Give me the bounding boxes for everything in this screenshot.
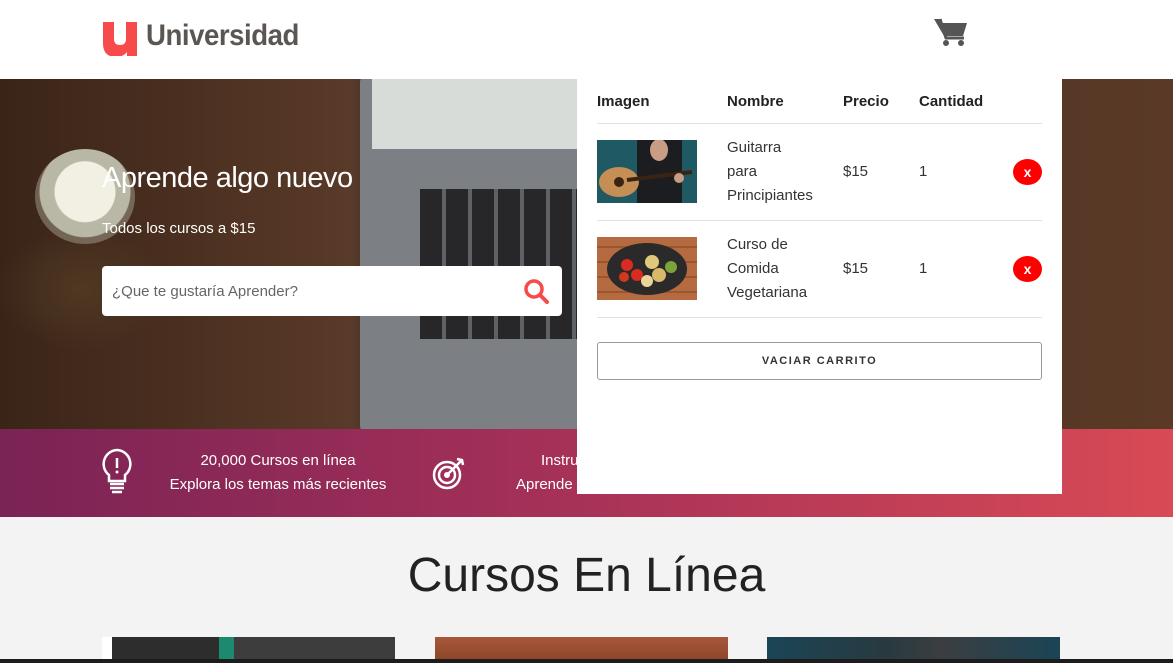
column-header-remove xyxy=(1009,79,1042,124)
lightbulb-icon xyxy=(102,448,132,494)
cart-item-quantity: 1 xyxy=(919,220,1009,318)
cart-table-header: Imagen Nombre Precio Cantidad xyxy=(597,79,1042,124)
site-header: Universidad xyxy=(0,0,1173,79)
cart-dropdown: Imagen Nombre Precio Cantidad Guitarra p… xyxy=(577,79,1062,494)
search-box xyxy=(102,266,562,316)
section-title: Cursos En Línea xyxy=(407,549,766,602)
bottom-border xyxy=(0,659,1173,663)
column-header-price: Precio xyxy=(843,79,919,124)
feature-instructors-line2: Aprende xyxy=(516,476,573,493)
shopping-cart-icon[interactable] xyxy=(933,16,969,48)
cart-item-name-line: Comida xyxy=(727,259,779,277)
hero-subtitle: Todos los cursos a $15 xyxy=(102,220,256,237)
cart-item-price: $15 xyxy=(843,123,919,221)
brand-logo[interactable]: Universidad xyxy=(101,16,312,56)
search-icon[interactable] xyxy=(523,278,549,304)
cart-item-name-line: Vegetariana xyxy=(727,283,808,301)
empty-cart-button[interactable]: VACIAR CARRITO xyxy=(597,342,1042,380)
feature-instructors-line1: Instru xyxy=(541,452,579,469)
brand-name: Universidad xyxy=(146,19,299,52)
cart-item-name-line: Principiantes xyxy=(727,186,813,204)
feature-courses: 20,000 Cursos en línea Explora los temas… xyxy=(160,449,396,497)
cart-row: Curso de Comida Vegetariana $15 1 x xyxy=(597,220,1042,318)
feature-courses-line2: Explora los temas más recientes xyxy=(169,476,387,493)
cart-item-name-line: Curso de xyxy=(727,235,788,253)
search-input[interactable] xyxy=(112,266,512,316)
cart-table: Imagen Nombre Precio Cantidad Guitarra p… xyxy=(597,79,1042,318)
remove-item-button[interactable]: x xyxy=(1013,255,1042,282)
guitar-thumbnail xyxy=(597,140,697,203)
universidad-logo-icon xyxy=(103,22,137,56)
cart-item-quantity: 1 xyxy=(919,123,1009,221)
cart-item-price: $15 xyxy=(843,220,919,318)
feature-courses-line1: 20,000 Cursos en línea xyxy=(200,452,356,469)
remove-item-button[interactable]: x xyxy=(1013,158,1042,185)
column-header-name: Nombre xyxy=(727,79,843,124)
cart-item-name-line: Guitarra xyxy=(727,138,782,156)
keyboard-image xyxy=(420,189,590,339)
cart-item-name: Guitarra para Principiantes xyxy=(727,123,843,221)
column-header-quantity: Cantidad xyxy=(919,79,1009,124)
cart-item-name: Curso de Comida Vegetariana xyxy=(727,220,843,318)
target-icon xyxy=(432,457,465,490)
laptop-screen-image xyxy=(372,79,588,149)
column-header-image: Imagen xyxy=(597,79,727,124)
feature-instructors: Instru Aprende xyxy=(510,449,579,497)
cart-item-name-line: para xyxy=(727,162,758,180)
cart-row: Guitarra para Principiantes $15 1 x xyxy=(597,123,1042,221)
vegetarian-food-thumbnail xyxy=(597,237,697,300)
hero-title: Aprende algo nuevo xyxy=(102,162,353,194)
